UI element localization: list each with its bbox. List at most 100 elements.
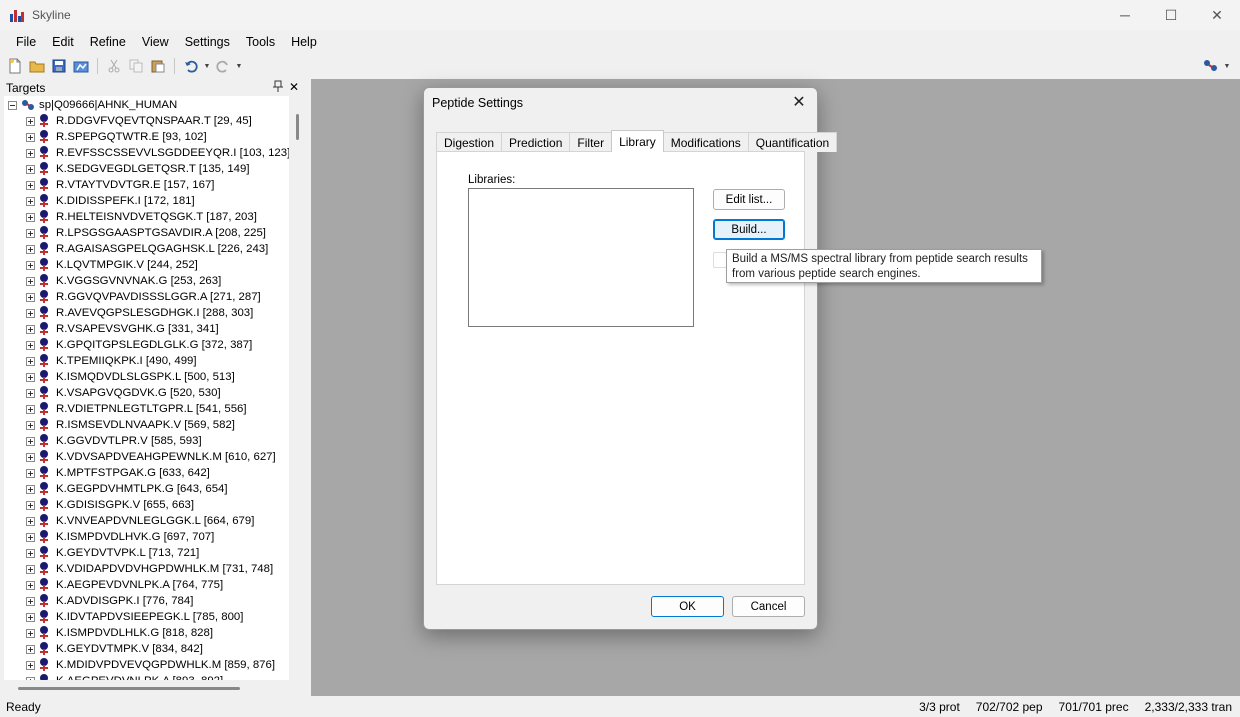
expand-icon[interactable]: [26, 356, 35, 366]
expand-icon[interactable]: [26, 132, 35, 142]
expand-icon[interactable]: [26, 564, 35, 574]
undo-dropdown-icon[interactable]: ▼: [202, 63, 212, 70]
tab-quantification[interactable]: Quantification: [747, 132, 838, 152]
peptide-node[interactable]: R.DDGVFVQEVTQNSPAAR.T [29, 45]: [26, 113, 252, 129]
expand-icon[interactable]: [26, 180, 35, 190]
expand-icon[interactable]: [26, 292, 35, 302]
collapse-icon[interactable]: [8, 100, 17, 110]
tab-library[interactable]: Library: [611, 130, 664, 152]
expand-icon[interactable]: [26, 596, 35, 606]
expand-icon[interactable]: [26, 164, 35, 174]
peptide-node[interactable]: K.GGVDVTLPR.V [585, 593]: [26, 433, 202, 449]
hidden-checkbox[interactable]: [713, 252, 727, 268]
peptide-node[interactable]: K.VDIDAPDVDVHGPDWHLK.M [731, 748]: [26, 561, 273, 577]
expand-icon[interactable]: [26, 340, 35, 350]
expand-icon[interactable]: [26, 532, 35, 542]
targets-vertical-scrollbar[interactable]: [289, 96, 305, 680]
undo-icon[interactable]: [180, 56, 202, 76]
expand-icon[interactable]: [26, 388, 35, 398]
expand-icon[interactable]: [26, 548, 35, 558]
menu-help[interactable]: Help: [283, 33, 325, 51]
peptide-node[interactable]: R.AVEVQGPSLESGDHGK.I [288, 303]: [26, 305, 253, 321]
expand-icon[interactable]: [26, 116, 35, 126]
expand-icon[interactable]: [26, 436, 35, 446]
cancel-button[interactable]: Cancel: [732, 596, 805, 617]
menu-tools[interactable]: Tools: [238, 33, 283, 51]
scroll-thumb[interactable]: [296, 114, 299, 140]
peptide-node[interactable]: K.GEYDVTVPK.L [713, 721]: [26, 545, 199, 561]
peptide-node[interactable]: K.DIDISSPEFK.I [172, 181]: [26, 193, 195, 209]
save-icon[interactable]: [48, 56, 70, 76]
menu-file[interactable]: File: [8, 33, 44, 51]
peptide-node[interactable]: R.GGVQVPAVDISSSLGGR.A [271, 287]: [26, 289, 261, 305]
expand-icon[interactable]: [26, 196, 35, 206]
tab-prediction[interactable]: Prediction: [501, 132, 571, 152]
expand-icon[interactable]: [26, 660, 35, 670]
peptide-node[interactable]: K.AEGPEVDVNLPK.A [764, 775]: [26, 577, 223, 593]
targets-tree[interactable]: sp|Q09666|AHNK_HUMAN R.DDGVFVQEVTQNSPAAR…: [4, 96, 289, 680]
tab-digestion[interactable]: Digestion: [436, 132, 503, 152]
close-window-button[interactable]: ✕: [1194, 0, 1240, 30]
copy-icon[interactable]: [125, 56, 147, 76]
peptide-node[interactable]: K.VDVSAPDVEAHGPEWNLK.M [610, 627]: [26, 449, 276, 465]
new-file-icon[interactable]: [4, 56, 26, 76]
peptide-node[interactable]: R.EVFSSCSSEVVLSGDDEEYQR.I [103, 123]: [26, 145, 289, 161]
expand-icon[interactable]: [26, 468, 35, 478]
peptide-node[interactable]: K.VNVEAPDVNLEGLGGK.L [664, 679]: [26, 513, 254, 529]
import-results-icon[interactable]: [70, 56, 92, 76]
expand-icon[interactable]: [26, 148, 35, 158]
targets-horizontal-scrollbar[interactable]: [4, 680, 305, 696]
peptide-node[interactable]: K.GEYDVTMPK.V [834, 842]: [26, 641, 203, 657]
open-folder-icon[interactable]: [26, 56, 48, 76]
expand-icon[interactable]: [26, 260, 35, 270]
ok-button[interactable]: OK: [651, 596, 724, 617]
expand-icon[interactable]: [26, 276, 35, 286]
integrate-all-icon[interactable]: [1200, 56, 1222, 76]
expand-icon[interactable]: [26, 612, 35, 622]
pin-icon[interactable]: [272, 80, 283, 95]
expand-icon[interactable]: [26, 580, 35, 590]
peptide-node[interactable]: K.IDVTAPDVSIEEPEGK.L [785, 800]: [26, 609, 243, 625]
build-button[interactable]: Build...: [713, 219, 785, 240]
peptide-node[interactable]: R.VSAPEVSVGHK.G [331, 341]: [26, 321, 219, 337]
expand-icon[interactable]: [26, 484, 35, 494]
paste-icon[interactable]: [147, 56, 169, 76]
peptide-node[interactable]: K.GDISISGPK.V [655, 663]: [26, 497, 194, 513]
peptide-node[interactable]: K.VGGSGVNVNAK.G [253, 263]: [26, 273, 221, 289]
expand-icon[interactable]: [26, 500, 35, 510]
protein-node[interactable]: sp|Q09666|AHNK_HUMAN: [8, 97, 177, 113]
peptide-node[interactable]: K.ISMPDVDLHLK.G [818, 828]: [26, 625, 213, 641]
peptide-node[interactable]: K.ISMPDVDLHVK.G [697, 707]: [26, 529, 214, 545]
redo-dropdown-icon[interactable]: ▼: [234, 63, 244, 70]
expand-icon[interactable]: [26, 324, 35, 334]
expand-icon[interactable]: [26, 420, 35, 430]
peptide-node[interactable]: K.AEGPEVDVNLPK.A [893, 892]: [26, 673, 223, 680]
peptide-node[interactable]: K.GEGPDVHMTLPK.G [643, 654]: [26, 481, 228, 497]
peptide-node[interactable]: R.VTAYTVDVTGR.E [157, 167]: [26, 177, 214, 193]
peptide-node[interactable]: R.VDIETPNLEGTLTGPR.L [541, 556]: [26, 401, 247, 417]
maximize-button[interactable]: ☐: [1148, 0, 1194, 30]
expand-icon[interactable]: [26, 452, 35, 462]
dialog-close-button[interactable]: ✕: [789, 92, 809, 112]
expand-icon[interactable]: [26, 644, 35, 654]
expand-icon[interactable]: [26, 308, 35, 318]
redo-icon[interactable]: [212, 56, 234, 76]
peptide-node[interactable]: R.SPEPGQTWTR.E [93, 102]: [26, 129, 207, 145]
tab-modifications[interactable]: Modifications: [662, 132, 749, 152]
close-panel-icon[interactable]: ✕: [289, 80, 299, 95]
peptide-node[interactable]: R.LPSGSGAASPTGSAVDIR.A [208, 225]: [26, 225, 266, 241]
minimize-button[interactable]: ─: [1102, 0, 1148, 30]
integrate-dropdown-icon[interactable]: ▼: [1222, 63, 1232, 70]
libraries-listbox[interactable]: [468, 188, 694, 327]
edit-list-button[interactable]: Edit list...: [713, 189, 785, 210]
expand-icon[interactable]: [26, 212, 35, 222]
peptide-node[interactable]: K.ISMQDVDLSLGSPK.L [500, 513]: [26, 369, 235, 385]
peptide-node[interactable]: K.TPEMIIQKPK.I [490, 499]: [26, 353, 197, 369]
menu-settings[interactable]: Settings: [177, 33, 238, 51]
peptide-node[interactable]: K.VSAPGVQGDVK.G [520, 530]: [26, 385, 221, 401]
expand-icon[interactable]: [26, 516, 35, 526]
tab-filter[interactable]: Filter: [569, 132, 613, 152]
peptide-node[interactable]: K.MDIDVPDVEVQGPDWHLK.M [859, 876]: [26, 657, 275, 673]
peptide-node[interactable]: R.ISMSEVDLNVAAPK.V [569, 582]: [26, 417, 235, 433]
menu-view[interactable]: View: [134, 33, 177, 51]
